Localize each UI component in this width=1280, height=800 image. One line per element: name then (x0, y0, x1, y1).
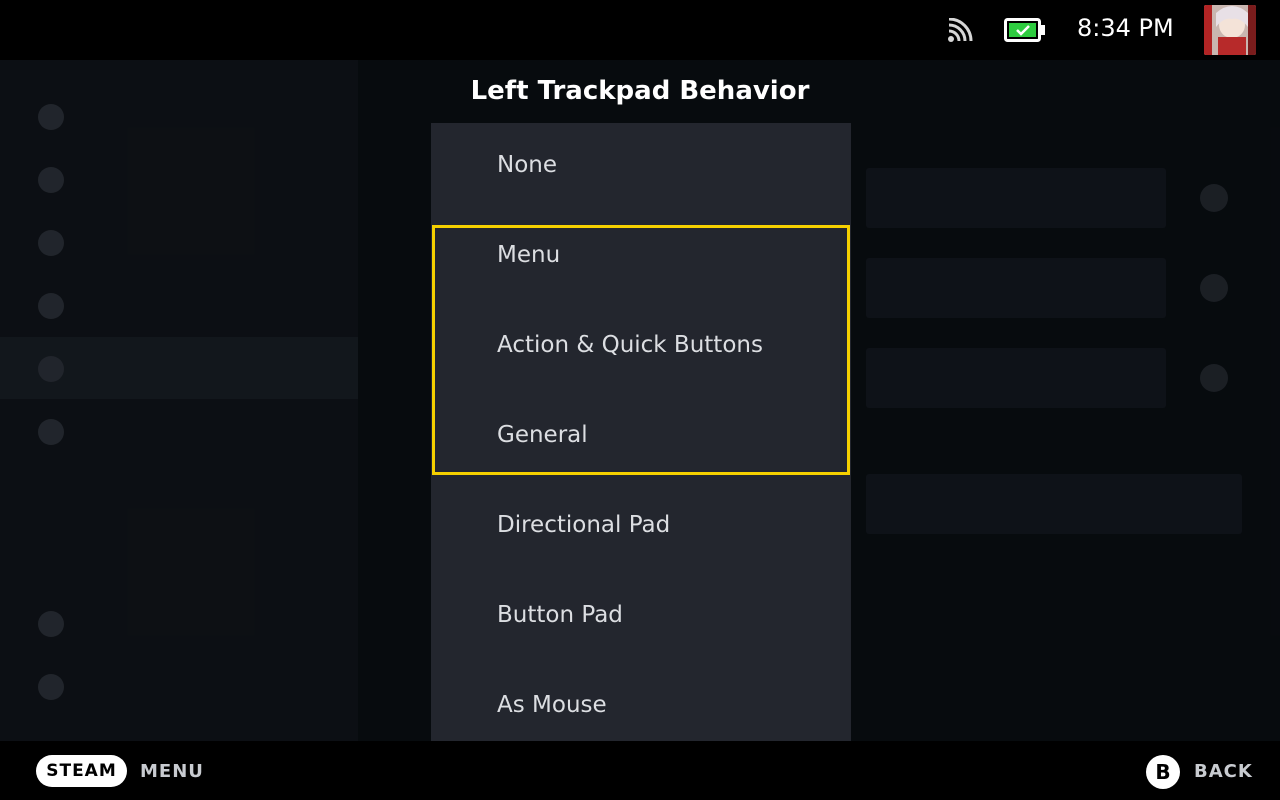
wifi-signal-icon (948, 18, 973, 42)
trackpad-behavior-dropdown: None Menu Action & Quick Buttons General… (431, 123, 851, 741)
option-general[interactable]: General (431, 393, 851, 483)
option-label: Menu (497, 242, 561, 268)
battery-charging-icon (1004, 18, 1045, 42)
option-label: Button Pad (497, 602, 623, 628)
clock: 8:34 PM (1077, 14, 1174, 42)
option-as-mouse[interactable]: As Mouse (431, 663, 851, 741)
option-label: Action & Quick Buttons (497, 332, 763, 358)
option-label: None (497, 152, 558, 178)
back-hint-label: BACK (1194, 761, 1253, 782)
b-button[interactable]: B (1146, 755, 1180, 789)
option-label: Directional Pad (497, 512, 671, 538)
steam-button[interactable]: STEAM (36, 755, 127, 787)
option-directional-pad[interactable]: Directional Pad (431, 483, 851, 573)
menu-hint-label: MENU (140, 761, 204, 782)
top-status-bar: 8:34 PM (0, 0, 1280, 60)
option-action-quick-buttons[interactable]: Action & Quick Buttons (431, 303, 851, 393)
modal-title: Left Trackpad Behavior (470, 76, 810, 106)
option-label: As Mouse (497, 692, 607, 718)
option-label: General (497, 422, 588, 448)
user-avatar[interactable] (1204, 5, 1256, 55)
option-menu[interactable]: Menu (431, 213, 851, 303)
option-button-pad[interactable]: Button Pad (431, 573, 851, 663)
option-none[interactable]: None (431, 123, 851, 213)
bottom-button-bar: STEAM MENU B BACK (0, 741, 1280, 800)
